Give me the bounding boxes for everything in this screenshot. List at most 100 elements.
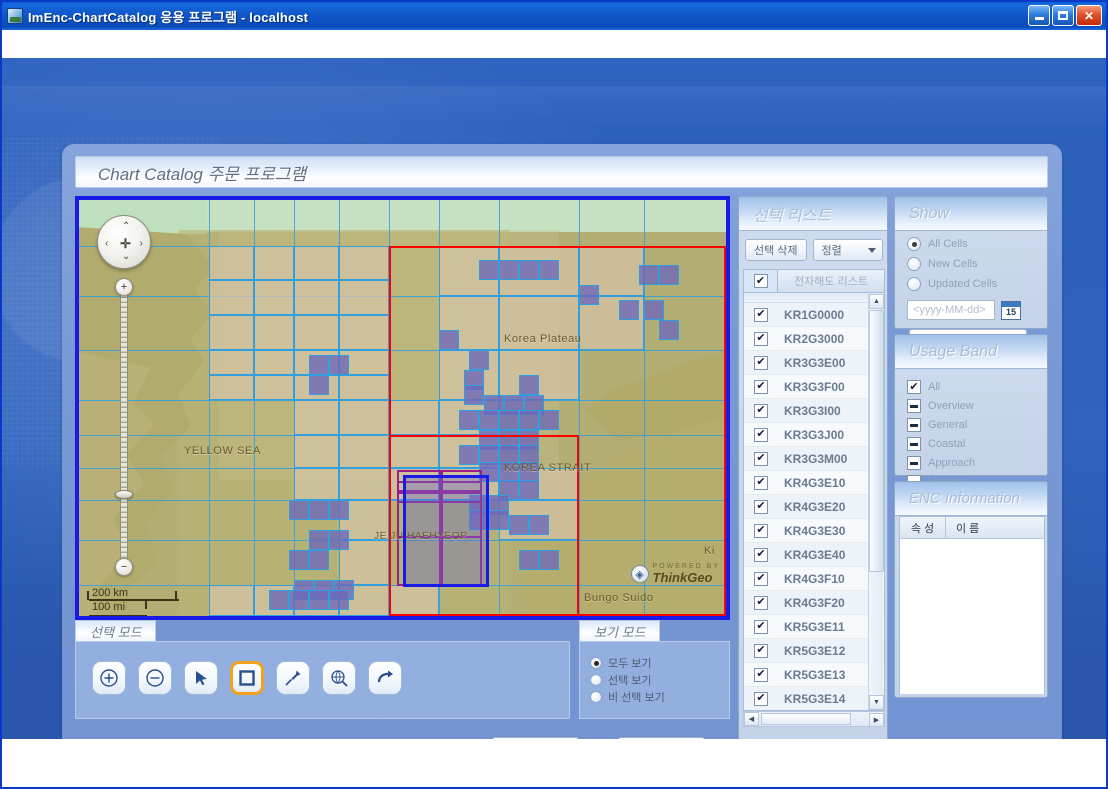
usage-band-item[interactable]: Coastal [907,437,1047,451]
map-cell[interactable] [339,315,389,350]
checkbox-icon[interactable]: ✔ [754,547,768,562]
table-row[interactable]: ✔ KR5G3E14 [744,687,884,710]
table-row[interactable]: ✔ KR4G3E30 [744,519,884,543]
zoom-in-button[interactable]: + [115,278,133,296]
map-cell[interactable] [209,246,254,280]
map-viewport[interactable]: Korea Plateau YELLOW SEA KOREA STRAIT JE… [75,196,730,620]
checkbox-icon[interactable]: ✔ [754,571,768,586]
usage-band-item[interactable]: Overview [907,399,1047,413]
order-finish-button[interactable]: 주문 종료 [618,737,705,739]
date-input[interactable]: <yyyy-MM-dd> [907,300,995,320]
checkbox-icon[interactable]: ✔ [754,355,768,370]
show-option-all-cells[interactable]: All Cells [907,237,1047,251]
map-cell[interactable] [254,375,294,400]
map-cell-selected[interactable] [309,500,329,520]
table-row[interactable]: ✔ KR3G3F00 [744,375,884,399]
scroll-up-button[interactable]: ▲ [869,294,884,309]
checkbox-icon[interactable]: ✔ [754,379,768,394]
map-cell-selected[interactable] [329,500,349,520]
checkbox-icon[interactable]: ✔ [754,523,768,538]
checkbox-icon[interactable] [907,399,921,413]
table-row[interactable]: ✔ KR5G3E11 [744,615,884,639]
checkbox-icon[interactable]: ✔ [754,475,768,490]
map-cell-selected[interactable] [309,550,329,570]
radio-icon[interactable] [590,673,602,686]
row-checkbox-cell[interactable]: ✔ [744,499,778,514]
row-checkbox-cell[interactable]: ✔ [744,379,778,394]
map-cell-selected[interactable] [309,355,329,375]
radio-icon[interactable] [907,237,921,251]
map-cell[interactable] [339,375,389,400]
checkbox-icon[interactable]: ✔ [754,451,768,466]
checkbox-icon[interactable]: ✔ [754,307,768,322]
show-option-new-cells[interactable]: New Cells [907,257,1047,271]
table-row[interactable]: ✔ KR3G3J00 [744,423,884,447]
row-checkbox-cell[interactable]: ✔ [744,451,778,466]
checkbox-icon[interactable]: ✔ [754,499,768,514]
radio-icon[interactable] [590,690,602,703]
map-cell[interactable] [294,246,339,280]
select-list-horizontal-scrollbar[interactable]: ◀ ▶ [743,711,885,727]
row-checkbox-cell[interactable]: ✔ [744,619,778,634]
row-checkbox-cell[interactable]: ✔ [744,667,778,682]
map-cell[interactable] [339,280,389,315]
map-cell[interactable] [209,315,254,350]
view-mode-option-unselected[interactable]: 비 선택 보기 [590,688,729,705]
usage-band-item[interactable]: ✔ All [907,380,1047,394]
row-checkbox-cell[interactable]: ✔ [744,571,778,586]
checkbox-icon[interactable]: ✔ [754,667,768,682]
checkbox-icon[interactable]: ✔ [754,595,768,610]
map-cell-selected[interactable] [269,590,289,610]
view-mode-option-selected[interactable]: 선택 보기 [590,671,729,688]
row-checkbox-cell[interactable]: ✔ [744,475,778,490]
map-cell[interactable] [339,400,389,435]
zoom-in-tool-button[interactable] [92,661,126,695]
table-row[interactable]: ✔ KR3G3I00 [744,399,884,423]
sort-dropdown[interactable]: 정렬 [812,239,883,261]
maximize-button[interactable] [1052,5,1074,26]
table-row[interactable]: ✔ KR4G3E20 [744,495,884,519]
zoom-slider-thumb[interactable] [115,490,133,499]
pan-center-icon[interactable]: ✛ [120,237,131,250]
h-scroll-thumb[interactable] [761,713,851,725]
scroll-right-button[interactable]: ▶ [869,713,884,727]
table-row[interactable]: ✔ KR4G3E10 [744,471,884,495]
map-cell[interactable] [209,585,254,616]
row-checkbox-cell[interactable]: ✔ [744,331,778,346]
map-cell-selected[interactable] [289,590,309,610]
table-row[interactable]: ✔ KR3G3M00 [744,447,884,471]
select-list-vertical-scrollbar[interactable]: ▲ ▼ [868,294,884,710]
map-cell[interactable] [294,435,339,468]
globe-zoom-tool-button[interactable] [322,661,356,695]
checkbox-icon[interactable] [907,456,921,470]
map-cell[interactable] [294,468,339,500]
table-row[interactable]: ✔ KR1G0000 [744,303,884,327]
zoom-slider-track[interactable] [120,290,128,562]
map-cell[interactable] [254,246,294,280]
row-checkbox-cell[interactable]: ✔ [744,307,778,322]
radio-icon[interactable] [907,277,921,291]
map-cell-selected[interactable] [289,500,309,520]
checkbox-icon[interactable] [907,418,921,432]
map-cell[interactable] [209,280,254,315]
map-cell-selected[interactable] [309,530,329,550]
row-checkbox-cell[interactable]: ✔ [744,547,778,562]
pan-up-icon[interactable]: ⌃ [122,222,130,232]
usage-band-item[interactable]: General [907,418,1047,432]
pan-select-tool-button[interactable] [184,661,218,695]
map-cell[interactable] [339,468,389,500]
map-cell[interactable] [339,435,389,468]
row-checkbox-cell[interactable]: ✔ [744,595,778,610]
checkbox-icon[interactable]: ✔ [754,427,768,442]
table-row[interactable]: ✔ KR5G3E12 [744,639,884,663]
map-cell[interactable] [254,315,294,350]
calendar-icon[interactable]: 15 [1001,300,1021,320]
map-cell[interactable] [294,280,339,315]
radio-icon[interactable] [590,656,602,669]
map-cell-selected[interactable] [329,355,349,375]
map-zoom-slider[interactable]: + − [115,278,133,576]
checkbox-icon[interactable]: ✔ [754,403,768,418]
checkbox-icon[interactable]: ✔ [907,380,921,394]
pan-right-icon[interactable]: › [140,239,143,249]
delete-selection-button[interactable]: 선택 삭제 [745,239,807,261]
